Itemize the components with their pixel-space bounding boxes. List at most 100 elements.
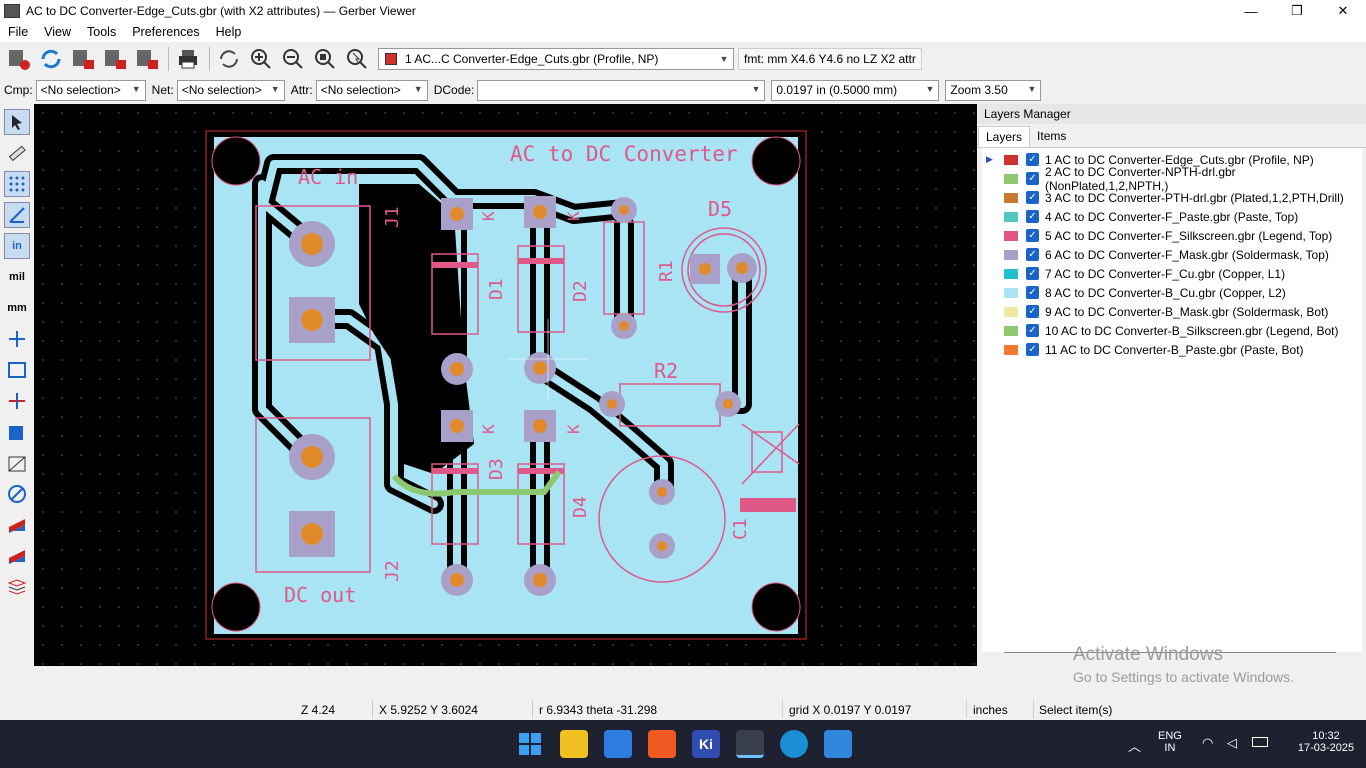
layer-color-swatch[interactable] [1004,344,1018,355]
layer-color-swatch[interactable] [1004,268,1018,279]
dcode-dropdown[interactable]: ▼ [477,79,766,101]
zoom-dropdown[interactable]: Zoom 3.50 ▼ [945,79,1042,101]
layer-row[interactable]: ✓ 10 AC to DC Converter-B_Silkscreen.gbr … [982,321,1362,340]
layer-color-swatch [385,53,397,65]
cmp-dropdown[interactable]: <No selection> ▼ [35,79,146,101]
windows-start-icon[interactable] [516,730,544,758]
units-inches-icon[interactable]: in [4,233,30,259]
status-divider [782,700,783,718]
layer-visibility-checkbox[interactable]: ✓ [1026,305,1039,318]
layer-row[interactable]: ✓ 9 AC to DC Converter-B_Mask.gbr (Solder… [982,302,1362,321]
menu-help[interactable]: Help [208,25,250,39]
wifi-icon[interactable]: ◠ [1202,735,1213,751]
layer-row[interactable]: ✓ 7 AC to DC Converter-F_Cu.gbr (Copper, … [982,264,1362,283]
reload-layers-icon[interactable] [36,44,66,74]
select-tool-icon[interactable] [4,109,30,135]
tab-items[interactable]: Items [1030,126,1073,147]
layer-color-swatch[interactable] [1004,154,1018,165]
active-layer-dropdown[interactable]: 1 AC...C Converter-Edge_Cuts.gbr (Profil… [378,48,734,70]
layers-manager-toggle-icon[interactable] [4,574,30,600]
zoom-out-icon[interactable] [278,44,308,74]
menu-view[interactable]: View [36,25,79,39]
layer-label: 4 AC to DC Converter-F_Paste.gbr (Paste,… [1045,209,1299,224]
layer-visibility-checkbox[interactable]: ✓ [1025,172,1039,185]
edge-browser-icon[interactable] [780,730,808,758]
zoom-in-icon[interactable] [246,44,276,74]
polar-coords-icon[interactable] [4,202,30,228]
layer-visibility-checkbox[interactable]: ✓ [1026,248,1039,261]
layer-visibility-checkbox[interactable]: ✓ [1026,286,1039,299]
measure-tool-icon[interactable] [4,140,30,166]
diff-mode-icon[interactable] [4,543,30,569]
polygons-sketch-icon[interactable] [4,481,30,507]
layer-color-swatch[interactable] [1003,173,1018,184]
layer-row[interactable]: ✓ 4 AC to DC Converter-F_Paste.gbr (Paste… [982,207,1362,226]
tray-chevron-up-icon[interactable]: ︿ [1128,736,1141,755]
status-mode: Select item(s) [1039,703,1113,717]
gerber-canvas[interactable]: AC to DC Converter AC in DC out D5 R2 J1… [34,104,977,666]
menu-preferences[interactable]: Preferences [124,25,207,39]
maximize-button[interactable]: ❐ [1274,0,1320,22]
dcodes-display-icon[interactable] [4,357,30,383]
gerbview-taskbar-icon[interactable] [736,730,764,758]
layer-color-swatch[interactable] [1004,211,1018,222]
open-job-icon[interactable] [132,44,162,74]
cursor-style-icon[interactable] [4,326,30,352]
volume-icon[interactable]: ◁ [1227,735,1237,751]
kicad-icon[interactable]: Ki [692,730,720,758]
layer-row[interactable]: ✓ 2 AC to DC Converter-NPTH-drl.gbr (NonP… [982,165,1362,193]
layer-visibility-checkbox[interactable]: ✓ [1026,153,1039,166]
battery-icon[interactable] [1252,737,1268,747]
layer-visibility-checkbox[interactable]: ✓ [1026,343,1039,356]
menu-tools[interactable]: Tools [79,25,124,39]
photos-icon[interactable] [824,730,852,758]
layer-color-swatch[interactable] [1004,287,1018,298]
layers-manager-title: Layers Manager [978,104,1366,124]
zoom-fit-icon[interactable] [310,44,340,74]
layer-visibility-checkbox[interactable]: ✓ [1026,210,1039,223]
layer-color-swatch[interactable] [1004,192,1018,203]
layer-row[interactable]: ✓ 5 AC to DC Converter-F_Silkscreen.gbr (… [982,226,1362,245]
units-mils-icon[interactable]: mil [4,264,30,290]
layer-row[interactable]: ✓ 3 AC to DC Converter-PTH-drl.gbr (Plate… [982,188,1362,207]
lines-sketch-icon[interactable] [4,450,30,476]
layer-list: ▶ ✓ 1 AC to DC Converter-Edge_Cuts.gbr (Pr… [982,148,1362,652]
negative-objects-icon[interactable] [4,388,30,414]
net-dropdown[interactable]: <No selection> ▼ [176,79,285,101]
close-button[interactable]: ✕ [1320,0,1366,22]
clock[interactable]: 10:32 17-03-2025 [1296,730,1356,754]
layers-manager-tabs: Layers Items [978,126,1366,148]
layer-row[interactable]: ✓ 6 AC to DC Converter-F_Mask.gbr (Solder… [982,245,1362,264]
language-indicator[interactable]: ENG IN [1158,730,1182,754]
zoom-selection-icon[interactable] [342,44,372,74]
layer-color-swatch[interactable] [1004,249,1018,260]
layer-visibility-checkbox[interactable]: ✓ [1026,191,1039,204]
menu-file[interactable]: File [0,25,36,39]
attr-dropdown[interactable]: <No selection> ▼ [315,79,428,101]
grid-toggle-icon[interactable] [4,171,30,197]
layer-visibility-checkbox[interactable]: ✓ [1026,267,1039,280]
tab-layers[interactable]: Layers [978,126,1031,147]
units-mm-icon[interactable]: mm [4,295,30,321]
layer-color-swatch[interactable] [1004,230,1018,241]
layer-visibility-checkbox[interactable]: ✓ [1026,324,1039,337]
open-drill-icon[interactable] [100,44,130,74]
flashed-sketch-icon[interactable] [4,419,30,445]
redraw-icon[interactable] [214,44,244,74]
transparency-mode-icon[interactable] [4,512,30,538]
brave-browser-icon[interactable] [648,730,676,758]
chevron-down-icon: ▼ [131,83,141,94]
print-icon[interactable] [173,44,203,74]
layer-visibility-checkbox[interactable]: ✓ [1026,229,1039,242]
layer-label: 11 AC to DC Converter-B_Paste.gbr (Paste… [1045,342,1304,357]
layer-color-swatch[interactable] [1004,306,1018,317]
grid-dropdown[interactable]: 0.0197 in (0.5000 mm) ▼ [771,79,940,101]
layer-row[interactable]: ✓ 11 AC to DC Converter-B_Paste.gbr (Past… [982,340,1362,359]
clear-all-layers-icon[interactable] [4,44,34,74]
file-explorer-icon[interactable] [560,730,588,758]
open-gerber-icon[interactable] [68,44,98,74]
layer-color-swatch[interactable] [1004,325,1018,336]
minimize-button[interactable]: — [1228,0,1274,22]
microsoft-store-icon[interactable] [604,730,632,758]
layer-row[interactable]: ✓ 8 AC to DC Converter-B_Cu.gbr (Copper, … [982,283,1362,302]
